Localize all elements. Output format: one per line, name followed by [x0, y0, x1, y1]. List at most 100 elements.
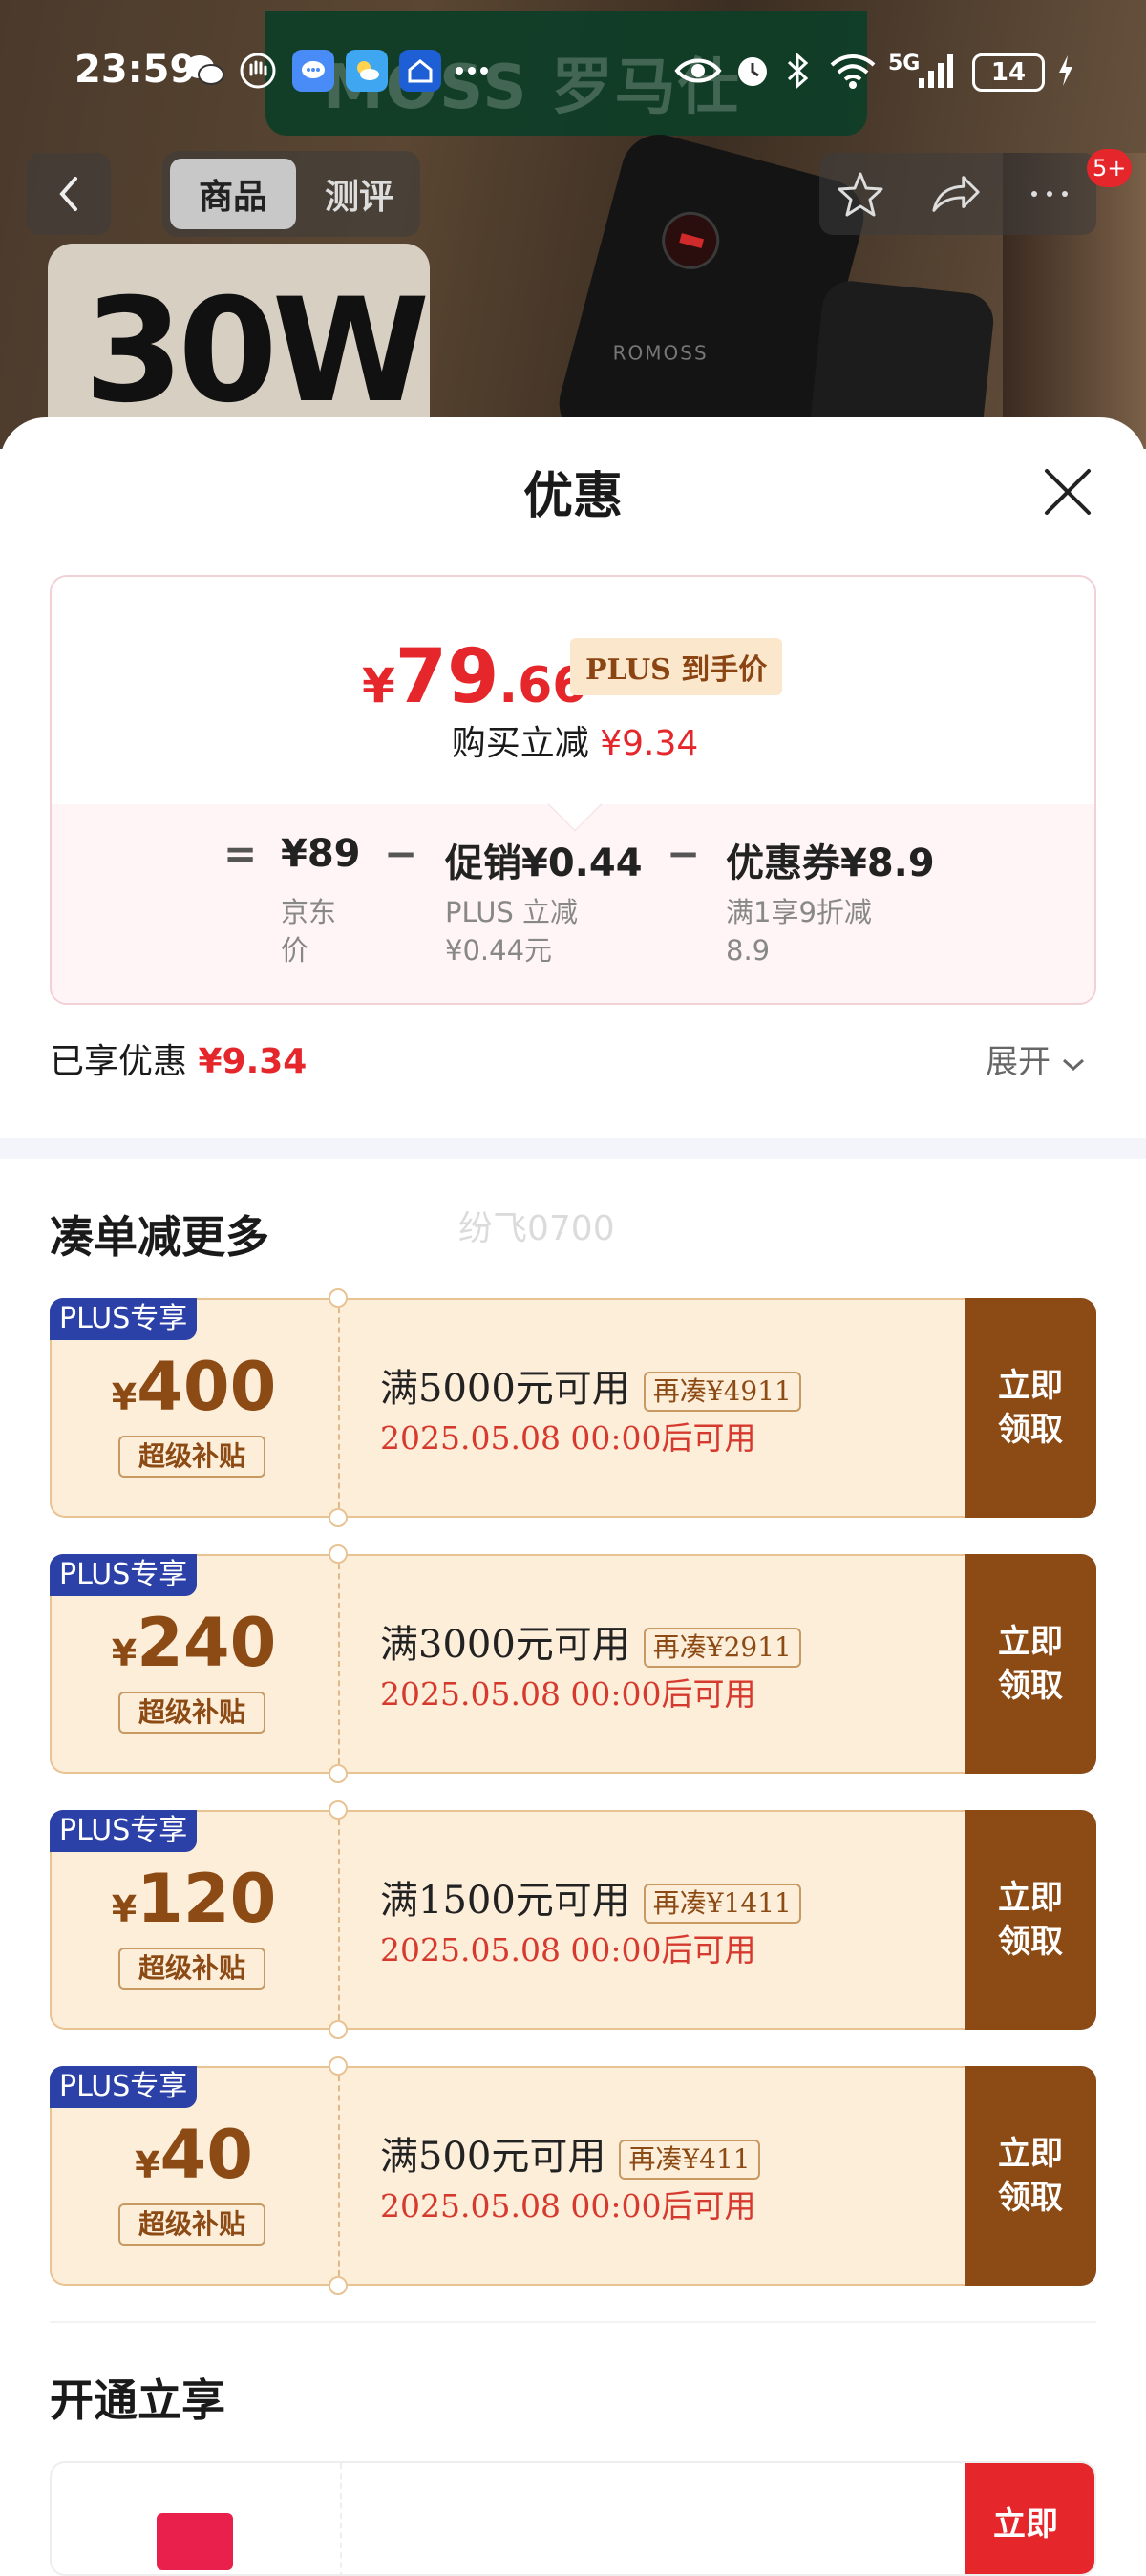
promo-value: 促销¥0.44	[445, 841, 643, 885]
promo-label: PLUS 立减 ¥0.44元	[445, 893, 578, 969]
expand-label: 展开	[986, 1043, 1050, 1081]
subsidy-tag: 超级补贴	[118, 2203, 265, 2246]
price-integer: 79	[394, 634, 499, 720]
bluetooth-icon	[785, 52, 810, 90]
coupon-currency: ¥	[111, 1888, 138, 1930]
coupon-date: 2025.05.08 00:00后可用	[380, 1419, 756, 1457]
promo-label-line2: ¥0.44元	[445, 934, 553, 967]
expand-button[interactable]: 展开	[986, 1035, 1086, 1082]
close-icon	[1045, 469, 1091, 515]
claim-label: 立即领取	[998, 1879, 1063, 1961]
power-bank-display	[655, 205, 726, 276]
coupon-date: 2025.05.08 00:00后可用	[380, 1675, 756, 1713]
coupon-condition-text: 满5000元可用	[380, 1367, 630, 1411]
coupon-currency: ¥	[111, 1376, 138, 1418]
coupon-condition: 满500元可用 再凑¥411	[380, 2125, 760, 2181]
equals-sign: =	[223, 830, 258, 877]
coupon-extra-tag: 再凑¥2911	[643, 1628, 801, 1668]
smart-home-app-icon	[399, 50, 441, 92]
claim-button[interactable]: 立即领取	[965, 1554, 1096, 1774]
subsidy-tag: 超级补贴	[118, 1692, 265, 1734]
product-brand: ROMOSS	[612, 341, 709, 365]
wechat-icon	[183, 50, 225, 92]
coupon-label-line1: 满1享9折减	[726, 896, 872, 928]
subsidy-tag: 超级补贴	[118, 1436, 265, 1478]
more-notifications-icon	[455, 52, 489, 90]
tab-product[interactable]: 商品	[170, 159, 296, 229]
open-membership-button[interactable]: 立即	[965, 2463, 1094, 2574]
close-button[interactable]	[1039, 463, 1096, 521]
claim-label: 立即领取	[998, 1367, 1063, 1449]
coupon-card: 满500元可用 再凑¥411 2025.05.08 00:00后可用 立即领取 P…	[50, 2056, 1096, 2295]
coupon-currency: ¥	[135, 2144, 160, 2186]
plus-badge: PLUS专享	[50, 1298, 198, 1340]
chevron-left-icon	[59, 177, 77, 211]
plus-badge: PLUS专享	[50, 2066, 198, 2108]
coupon-condition-text: 满500元可用	[380, 2135, 606, 2179]
signal-icon	[917, 52, 959, 90]
coupon-amount: ¥240	[50, 1604, 338, 1682]
coupon-condition-text: 满1500元可用	[380, 1879, 630, 1923]
coupon-amount-value: 400	[137, 1348, 277, 1426]
minus-sign: −	[384, 830, 418, 877]
price-currency: ¥	[362, 658, 395, 713]
tab-review[interactable]: 测评	[306, 159, 413, 229]
promo-text: 30W	[84, 268, 430, 435]
tab-switcher: 商品 测评	[162, 151, 420, 237]
membership-card-icon	[157, 2513, 233, 2570]
claim-label: 立即领取	[998, 1623, 1063, 1705]
membership-card: 立即	[50, 2461, 1096, 2576]
card-separator	[340, 2463, 342, 2574]
price-card: ¥79.66 PLUS 到手价 购买立减 ¥9.34 = ¥89 京东 价 − …	[50, 575, 1096, 1420]
open-membership-label: 立即	[993, 2505, 1058, 2544]
subsidy-tag: 超级补贴	[118, 1948, 265, 1990]
reduce-value: ¥9.34	[600, 724, 699, 763]
coupon-amount-value: 40	[159, 2116, 253, 2194]
coupon-notch	[329, 2020, 348, 2039]
claim-button[interactable]: 立即领取	[965, 1298, 1096, 1518]
claim-label: 立即领取	[998, 2135, 1063, 2217]
watermark: 纷飞0700	[458, 1209, 615, 1248]
coupon-label-line2: 8.9	[726, 934, 771, 967]
coupon-amount: ¥120	[50, 1860, 338, 1938]
final-price: ¥79.66	[362, 634, 586, 720]
coupon-card: 满5000元可用 再凑¥4911 2025.05.08 00:00后可用 立即领取…	[50, 1288, 1096, 1527]
eye-icon	[674, 52, 722, 90]
network-label: 5G	[888, 52, 921, 75]
more-icon[interactable]	[1024, 170, 1075, 218]
notification-badge: 5+	[1087, 149, 1133, 187]
weather-app-icon	[346, 50, 388, 92]
alarm-icon	[733, 52, 772, 90]
enjoyed-label: 已享优惠	[50, 1042, 188, 1081]
open-membership-title: 开通立享	[50, 2374, 225, 2426]
coupon-card: 满3000元可用 再凑¥2911 2025.05.08 00:00后可用 立即领取…	[50, 1544, 1096, 1783]
coupon-card: 满1500元可用 再凑¥1411 2025.05.08 00:00后可用 立即领取…	[50, 1800, 1096, 2039]
coupon-info-area: 满1500元可用 再凑¥1411 2025.05.08 00:00后可用	[338, 1810, 965, 2030]
instant-reduction: 购买立减 ¥9.34	[52, 715, 1094, 765]
claim-button[interactable]: 立即领取	[965, 2066, 1096, 2286]
promo-label-line1: PLUS 立减	[445, 896, 579, 928]
favorite-icon[interactable]	[835, 170, 886, 218]
coupon-amount-value: 120	[137, 1860, 277, 1938]
sheet-title: 优惠	[522, 467, 623, 525]
jd-price-value: ¥89	[281, 832, 361, 876]
coupon-condition-text: 满3000元可用	[380, 1623, 630, 1667]
gesture-icon	[237, 50, 279, 92]
plus-price-tag: PLUS 到手价	[570, 638, 783, 695]
coupon-info-area: 满3000元可用 再凑¥2911 2025.05.08 00:00后可用	[338, 1554, 965, 1774]
coupon-extra-tag: 再凑¥4911	[643, 1372, 801, 1412]
status-bar: 23:59 5G 14	[0, 38, 1146, 105]
coupon-notch	[329, 1800, 348, 1820]
share-icon[interactable]	[930, 170, 982, 218]
coupon-notch	[329, 1508, 348, 1527]
status-time: 23:59	[74, 48, 197, 92]
back-button[interactable]	[27, 153, 111, 235]
claim-button[interactable]: 立即领取	[965, 1810, 1096, 2030]
nav-actions	[819, 153, 1096, 235]
battery-indicator: 14	[972, 53, 1045, 92]
enjoyed-value: ¥9.34	[198, 1042, 308, 1081]
coupon-info-area: 满5000元可用 再凑¥4911 2025.05.08 00:00后可用	[338, 1298, 965, 1518]
jd-price-label-line1: 京东	[281, 896, 337, 928]
coupon-notch	[329, 2056, 348, 2076]
coupon-condition: 满1500元可用 再凑¥1411	[380, 1869, 801, 1925]
